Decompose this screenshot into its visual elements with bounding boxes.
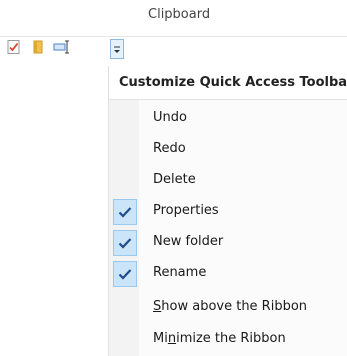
menu-item-label: Undo xyxy=(153,110,187,125)
new-folder-icon xyxy=(30,39,46,59)
menu-item-label: New folder xyxy=(153,234,224,249)
ribbon-strip: Clipboard xyxy=(0,0,347,37)
customize-qat-dropdown-button[interactable] xyxy=(110,39,124,59)
quick-access-toolbar xyxy=(0,37,347,61)
menu-item-redo[interactable]: Redo xyxy=(109,136,347,165)
menu-header: Customize Quick Access Toolbar xyxy=(109,66,347,100)
rename-icon xyxy=(53,39,71,59)
menu-item-new-folder[interactable]: New folder xyxy=(109,229,347,258)
qat-new-folder-button[interactable] xyxy=(28,39,48,59)
menu-item-show-above-ribbon[interactable]: Show above the Ribbon xyxy=(109,294,347,323)
checkmark-icon xyxy=(113,261,137,287)
menu-item-minimize-ribbon[interactable]: Minimize the Ribbon xyxy=(109,326,347,355)
menu-item-label: Rename xyxy=(153,265,207,280)
checkmark-icon xyxy=(113,230,137,256)
menu-item-label: Delete xyxy=(153,172,196,187)
menu-item-properties[interactable]: Properties xyxy=(109,198,347,227)
qat-rename-button[interactable] xyxy=(52,39,72,59)
menu-item-undo[interactable]: Undo xyxy=(109,105,347,134)
menu-item-delete[interactable]: Delete xyxy=(109,167,347,196)
qat-properties-button[interactable] xyxy=(4,39,24,59)
menu-item-label: Minimize the Ribbon xyxy=(153,331,286,346)
clipboard-group-label: Clipboard xyxy=(148,7,211,22)
menu-item-label: Show above the Ribbon xyxy=(153,299,308,314)
customize-qat-menu: Customize Quick Access Toolbar Undo Redo… xyxy=(108,66,347,356)
menu-item-rename[interactable]: Rename xyxy=(109,260,347,289)
menu-item-label: Redo xyxy=(153,141,186,156)
menu-item-label: Properties xyxy=(153,203,219,218)
checkmark-icon xyxy=(113,199,137,225)
properties-icon xyxy=(6,39,22,59)
customize-dropdown-icon xyxy=(113,40,121,59)
